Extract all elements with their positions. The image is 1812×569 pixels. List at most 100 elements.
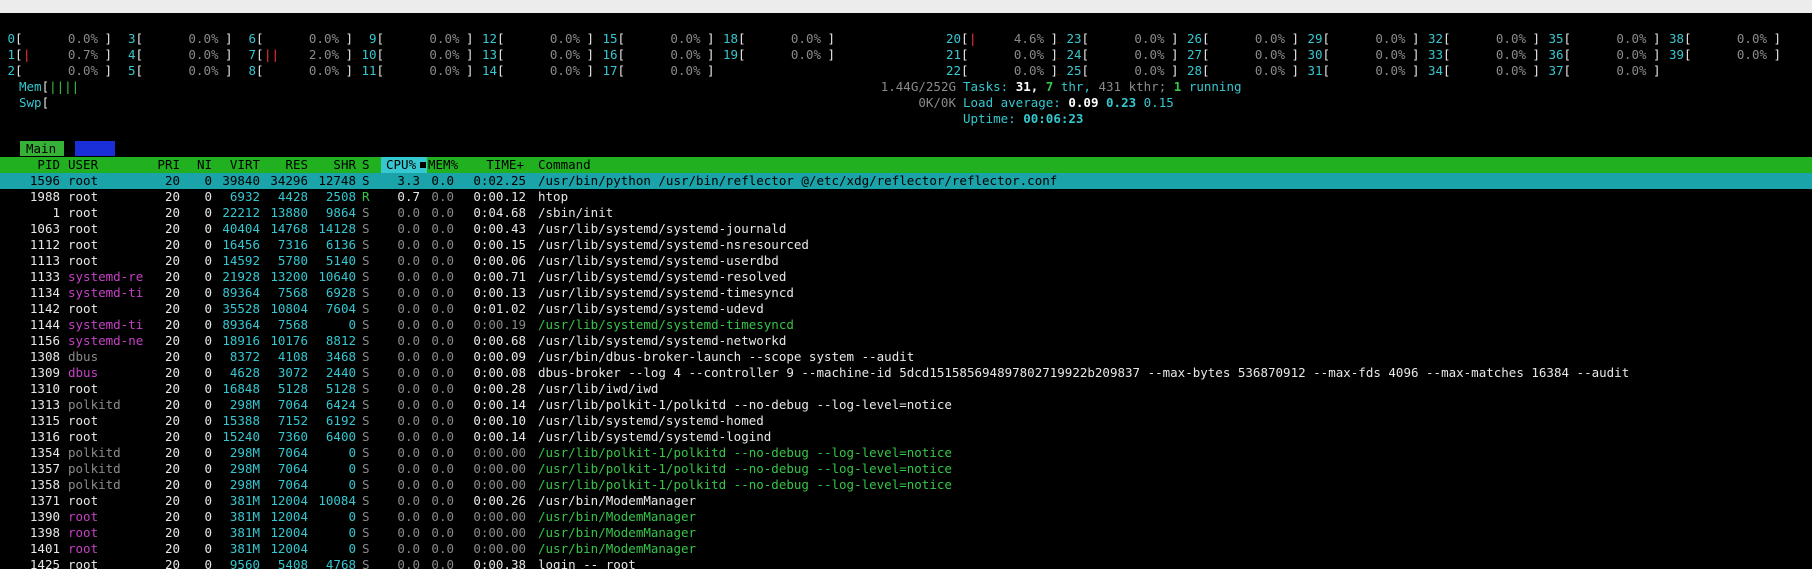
cpu-bracket-open: [: [1322, 63, 1331, 78]
cell-time: 0:00.43: [473, 221, 526, 236]
cell-cpu: 0.0: [397, 269, 420, 284]
cell-shr: 2508: [325, 189, 356, 204]
cell-state: S: [362, 173, 370, 188]
cpu-bracket-close: ]: [827, 31, 835, 46]
load-5: 0.23: [1106, 95, 1137, 110]
cpu-meter: 8[0.0%]: [241, 63, 353, 79]
cell-time: 0:00.26: [473, 493, 526, 508]
cell-virt: 15240: [222, 429, 260, 444]
cell-virt: 381M: [229, 493, 260, 508]
table-row[interactable]: 1309 dbus 20 0 4628 3072 2440 S 0.0 0.0 0:00.08 dbu…: [0, 365, 1812, 381]
table-row[interactable]: 1358 polkitd 20 0 298M 7064 0 S 0.0 0.0 0:00.00/us…: [0, 477, 1812, 493]
cpu-bracket-open: [: [1684, 31, 1692, 46]
table-row[interactable]: 1398 root 20 0 381M 12004 0 S 0.0 0.0 0:00.00/usr/…: [0, 525, 1812, 541]
column-cpu[interactable]: CPU%: [386, 157, 416, 173]
table-row[interactable]: 1316 root 20 0 15240 7360 6400 S 0.0 0.0 0:00.14/u…: [0, 429, 1812, 445]
cell-time: 0:00.19: [473, 317, 526, 332]
column-ni[interactable]: NI: [186, 157, 212, 173]
cpu-bracket-close: ]: [1291, 63, 1299, 78]
column-pid[interactable]: PID: [12, 157, 60, 173]
table-row[interactable]: 1401 root 20 0 381M 12004 0 S 0.0 0.0 0:00.00/usr/…: [0, 541, 1812, 557]
cell-cpu: 0.0: [397, 541, 420, 556]
cell-virt: 15388: [222, 413, 260, 428]
table-row-selected[interactable]: 1596 root 20 0 39840 34296 12748 S 3.3 0.0 0:02.25…: [0, 173, 1812, 189]
cpu-value: 0.0%: [790, 47, 821, 62]
tasks-running: 1: [1173, 79, 1182, 94]
cell-time: 0:00.00: [473, 541, 526, 556]
column-pri[interactable]: PRI: [150, 157, 180, 173]
cpu-meter: 23[0.0%]: [1066, 31, 1178, 47]
cell-pid: 1315: [29, 413, 60, 428]
table-row[interactable]: 1308 dbus 20 0 8372 4108 3468 S 0.0 0.0 0:00.09/us…: [0, 349, 1812, 365]
table-row[interactable]: 1315 root 20 0 15388 7152 6192 S 0.0 0.0 0:00.10/u…: [0, 413, 1812, 429]
swp-value: 0K/0K: [918, 95, 956, 110]
cell-time: 0:00.38: [473, 557, 526, 569]
cell-cpu: 0.0: [397, 429, 420, 444]
cell-shr: 0: [348, 317, 356, 332]
column-state[interactable]: S: [362, 157, 370, 173]
cell-ni: 0: [204, 189, 212, 204]
cell-mem: 0.0: [431, 381, 454, 396]
cpu-meter: 18[0.0%]: [723, 31, 835, 47]
table-row[interactable]: 1390 root 20 0 381M 12004 0 S 0.0 0.0 0:00.00/usr/…: [0, 509, 1812, 525]
cell-command: htop: [538, 189, 569, 204]
cell-user: polkitd: [68, 477, 121, 492]
cpu-bracket-open: [: [1081, 31, 1090, 46]
cell-res: 5780: [277, 253, 308, 268]
cell-command: /usr/lib/polkit-1/polkitd --no-debug --l…: [538, 461, 952, 476]
table-row[interactable]: 1354 polkitd 20 0 298M 7064 0 S 0.0 0.0 0:00.00/us…: [0, 445, 1812, 461]
cell-command: dbus-broker --log 4 --controller 9 --mac…: [538, 365, 1630, 380]
cell-pri: 20: [164, 333, 180, 348]
column-mem[interactable]: MEM%: [428, 157, 458, 173]
table-row[interactable]: 1113 root 20 0 14592 5780 5140 S 0.0 0.0 0:00.06/u…: [0, 253, 1812, 269]
column-user[interactable]: USER: [68, 157, 98, 173]
cpu-bracket-open: [: [15, 31, 23, 46]
cell-pri: 20: [164, 173, 180, 188]
cpu-bracket-open: [: [135, 31, 144, 46]
table-row[interactable]: 1357 polkitd 20 0 298M 7064 0 S 0.0 0.0 0:00.00/us…: [0, 461, 1812, 477]
column-command[interactable]: Command: [538, 157, 591, 173]
cell-time: 0:00.06: [473, 253, 526, 268]
cpu-id: 2: [7, 63, 15, 78]
cell-cpu: 0.0: [397, 477, 420, 492]
cell-virt: 16848: [222, 381, 260, 396]
table-row[interactable]: 1310 root 20 0 16848 5128 5128 S 0.0 0.0 0:00.28/u…: [0, 381, 1812, 397]
cell-pid: 1316: [29, 429, 60, 444]
cpu-bracket-close: ]: [1532, 31, 1540, 46]
table-row[interactable]: 1313 polkitd 20 0 298M 7064 6424 S 0.0 0.0 0:00.14…: [0, 397, 1812, 413]
cell-pri: 20: [164, 189, 180, 204]
cell-shr: 4768: [325, 557, 356, 569]
cpu-value: 0.0%: [670, 63, 701, 78]
table-row[interactable]: 1133 systemd-re 20 0 21928 13200 10640 S 0.0 0.0 0…: [0, 269, 1812, 285]
column-time[interactable]: TIME+: [478, 157, 524, 173]
tab-main[interactable]: Main: [20, 141, 64, 156]
cell-cpu: 0.0: [397, 493, 420, 508]
cell-pid: 1133: [29, 269, 60, 284]
table-row[interactable]: 1425 root 20 0 9560 5408 4768 S 0.0 0.0 0:00.38 log…: [0, 557, 1812, 569]
cpu-id: 16: [602, 47, 618, 62]
table-row[interactable]: 1134 systemd-ti 20 0 89364 7568 6928 S 0.0 0.0 0:0…: [0, 285, 1812, 301]
cell-ni: 0: [204, 493, 212, 508]
table-row[interactable]: 1988 root 20 0 6932 4428 2508 R 0.7 0.0 0:00.12 hto…: [0, 189, 1812, 205]
cell-state: S: [362, 301, 370, 316]
cell-state: S: [362, 317, 370, 332]
table-row[interactable]: 1112 root 20 0 16456 7316 6136 S 0.0 0.0 0:00.15/u…: [0, 237, 1812, 253]
table-row[interactable]: 1371 root 20 0 381M 12004 10084 S 0.0 0.0 0:00.26 /…: [0, 493, 1812, 509]
column-shr[interactable]: SHR: [312, 157, 356, 173]
cell-pid: 1156: [29, 333, 60, 348]
tab-io[interactable]: I/O: [75, 141, 115, 156]
cpu-meter: 39[0.0%]: [1669, 47, 1781, 63]
table-row[interactable]: 1142 root 20 0 35528 10804 7604 S 0.0 0.0 0:01.02 /…: [0, 301, 1812, 317]
cell-pid: 1310: [29, 381, 60, 396]
table-row[interactable]: 1 root 20 0 22212 13880 9864 S 0.0 0.0 0:04.68/sbi…: [0, 205, 1812, 221]
htop-terminal[interactable]: 0[0.0%] 1[| 0.7%] 2[0.0%] 3[0.0%] 4[0.0%] 5[0.…: [0, 13, 1812, 569]
cpu-value: 0.0%: [1254, 63, 1285, 78]
table-row[interactable]: 1063 root 20 0 40404 14768 14128 S 0.0 0.0 0:00.43…: [0, 221, 1812, 237]
column-virt[interactable]: VIRT: [218, 157, 260, 173]
cell-time: 0:00.68: [473, 333, 526, 348]
table-row[interactable]: 1144 systemd-ti 20 0 89364 7568 0 S 0.0 0.0 0:00.1…: [0, 317, 1812, 333]
table-row[interactable]: 1156 systemd-ne 20 0 18916 10176 8812 S 0.0 0.0 0:…: [0, 333, 1812, 349]
column-res[interactable]: RES: [264, 157, 308, 173]
mem-label: Mem: [19, 79, 42, 94]
cell-shr: 0: [348, 541, 356, 556]
